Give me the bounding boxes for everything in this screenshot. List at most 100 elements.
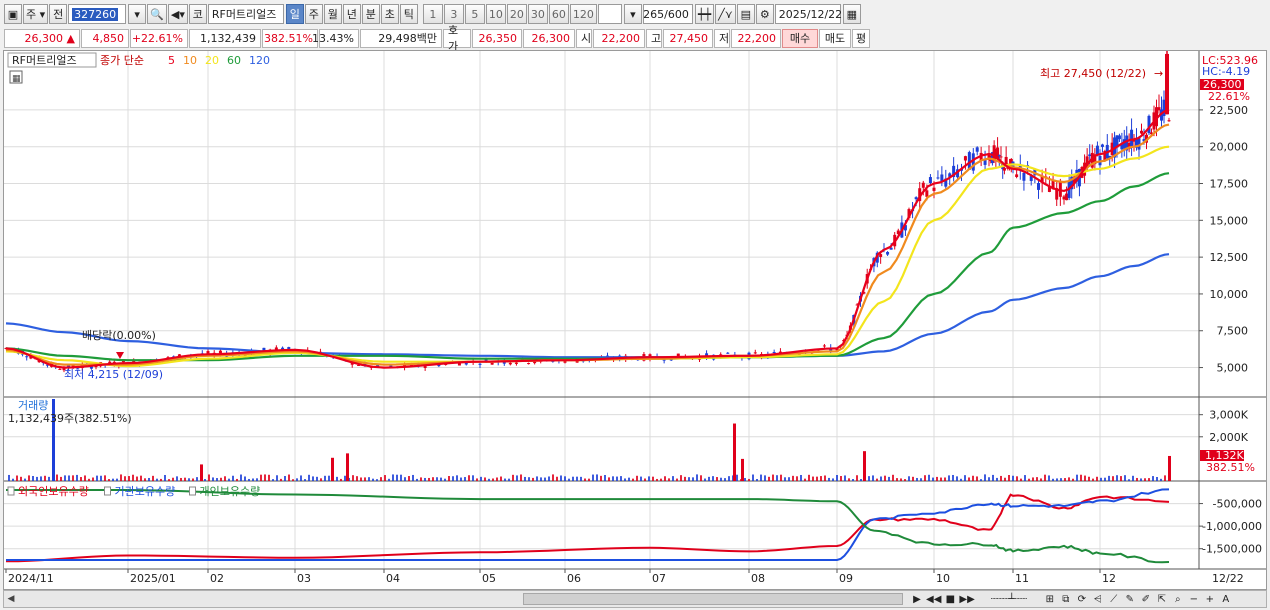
pen-icon[interactable]: ✐ [1139,591,1153,607]
zoom-out-icon[interactable]: − [1187,591,1201,607]
ma-legend-60: 60 [227,54,241,67]
chart-type-icon[interactable]: ⩤ [1091,591,1105,607]
volume-bar [60,476,62,481]
volume-bar [476,478,478,481]
stock-name-field[interactable]: RF머트리얼즈 [207,4,284,24]
up-arrow-icon: ▲ [66,31,75,45]
chart-scrollbar[interactable]: ◀ ▶ ◀◀ ■ ▶▶ ┈┈┈┴┈┈ ⊞ ⧉ ⟳ ⩤ ⟋ ✎ ✐ ⇱ ⌕ − +… [3,590,1267,608]
buy-button[interactable]: 매수 [782,28,818,48]
volume-bar [964,475,966,481]
play-icon[interactable]: ▶ [910,591,924,607]
low-label: 저 [714,28,730,48]
period-button-0[interactable]: 일 [285,4,304,24]
candle-body [772,351,776,353]
interval-dropdown-icon[interactable]: ▾ [623,4,642,24]
line-tool-icon[interactable]: ⟋ [1107,591,1121,607]
volume-bar [84,475,86,481]
window-menu-icon[interactable]: ▣ [4,4,22,24]
search-icon[interactable]: 🔍 [147,4,167,24]
volume-bar [504,478,506,481]
volume-bar [372,478,374,481]
speed-slider[interactable]: ┈┈┈┴┈┈ [977,591,1041,607]
volume-bar [112,478,114,481]
period-button-4[interactable]: 분 [361,4,380,24]
volume-bar [1092,478,1094,481]
volume-bar [868,476,870,481]
volume-bar [44,475,46,481]
stock-code-input[interactable]: 327260 [68,4,127,24]
volume-bar [352,475,354,481]
prev-button[interactable]: 전 [49,4,68,24]
sell-button[interactable]: 매도 [819,28,851,48]
holdings-legend-label[interactable]: 외국인보유수량 [18,485,89,498]
stop-icon[interactable]: ■ [943,591,957,607]
draw-tool-icon[interactable]: ╱⋎ [715,4,736,24]
period-button-2[interactable]: 월 [323,4,342,24]
volume-bar [752,474,754,481]
zoom-in-icon[interactable]: + [1203,591,1217,607]
x-tick-label: 05 [482,572,496,585]
candle-type-icon[interactable]: ┿┿ [694,4,715,24]
volume-bar [500,476,502,481]
interval-button-1[interactable]: 1 [422,4,443,24]
price-tick-label: 5,000 [1217,362,1249,375]
holdings-legend-label[interactable]: 개인보유수량 [200,485,261,498]
volume-bar [584,478,586,481]
holdings-legend-label[interactable]: 기관보유수량 [115,485,176,498]
pct-tag: 22.61% [1208,90,1250,103]
save-icon[interactable]: ▤ [736,4,755,24]
name-prefix-button[interactable]: 코 [188,4,207,24]
chart-area[interactable]: 5,000 7,500 10,000 12,500 15,000 17,500 20,000… [3,37,1267,590]
date-input[interactable]: 2025/12/22 [774,4,842,24]
volume-bar [1156,476,1158,481]
refresh-icon[interactable]: ⟳ [1075,591,1089,607]
volume-value-label: 1,132,439주(382.51%) [8,412,132,425]
interval-button-3[interactable]: 3 [443,4,464,24]
volume-bar [1116,475,1118,481]
volume-bar [1136,477,1138,481]
volume-bar [568,478,570,481]
interval-button-20[interactable]: 20 [506,4,527,24]
interval-custom-input[interactable] [597,4,622,24]
volume-bar [840,476,842,481]
interval-button-60[interactable]: 60 [548,4,569,24]
volume-spike-bar [741,458,744,481]
volume-bar [120,474,122,481]
interval-button-30[interactable]: 30 [527,4,548,24]
interval-button-120[interactable]: 120 [569,4,597,24]
open-price: 22,200 [593,28,645,48]
period-button-3[interactable]: 년 [342,4,361,24]
gear-icon[interactable]: ⚙ [755,4,774,24]
scroll-left-icon[interactable]: ◀ [4,591,18,607]
period-button-6[interactable]: 틱 [399,4,418,24]
count-input[interactable]: 265/600 [642,4,693,24]
speaker-icon[interactable]: ◀▾ [167,4,188,24]
interval-button-5[interactable]: 5 [464,4,485,24]
edit-icon[interactable]: ✎ [1123,591,1137,607]
export-icon[interactable]: ⇱ [1155,591,1169,607]
zoom-icon[interactable]: ⌕ [1171,591,1185,607]
eval-button[interactable]: 평 [852,28,870,48]
scroll-track[interactable] [18,592,908,606]
chart-svg[interactable]: 5,000 7,500 10,000 12,500 15,000 17,500 20,000… [4,37,1266,589]
interval-button-10[interactable]: 10 [485,4,506,24]
fast-forward-icon[interactable]: ▶▶ [959,591,974,607]
market-select[interactable]: 주 ▾ [23,4,49,24]
volume-bar [1112,476,1114,481]
rewind-icon[interactable]: ◀◀ [926,591,941,607]
volume-bar [392,474,394,481]
scroll-thumb[interactable] [523,593,903,605]
volume-bar [20,476,22,481]
code-dropdown-icon[interactable]: ▾ [128,4,147,24]
candle-body [1062,196,1066,200]
auto-scale-icon[interactable]: A [1219,591,1233,607]
calendar-icon[interactable]: ▦ [842,4,861,24]
hc-label: HC:-4.19 [1202,65,1250,78]
period-button-1[interactable]: 주 [304,4,323,24]
period-button-5[interactable]: 초 [380,4,399,24]
volume-bar [696,474,698,481]
volume-bar [708,476,710,481]
copy-icon[interactable]: ⧉ [1059,591,1073,607]
volume-bar [168,479,170,481]
layout-icon[interactable]: ⊞ [1043,591,1057,607]
